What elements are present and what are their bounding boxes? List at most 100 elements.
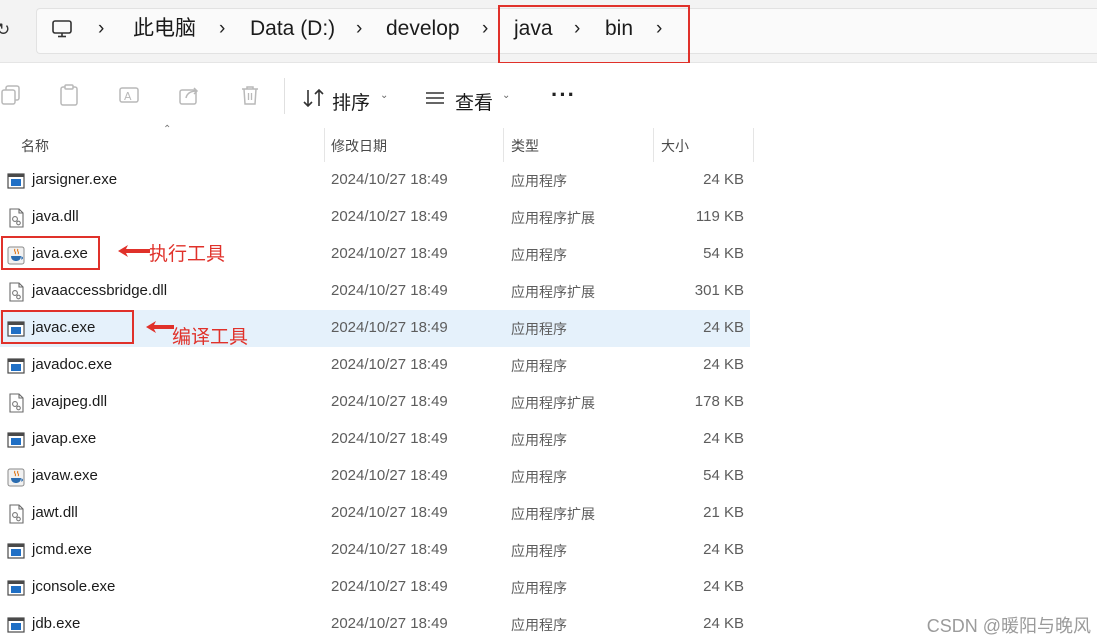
- share-icon[interactable]: [178, 84, 200, 106]
- chevron-right-icon[interactable]: ›: [219, 16, 225, 42]
- file-modified-date: 2024/10/27 18:49: [331, 393, 448, 410]
- file-type: 应用程序扩展: [511, 284, 595, 300]
- exe-window-icon: [7, 430, 25, 450]
- file-modified-date: 2024/10/27 18:49: [331, 319, 448, 336]
- file-row[interactable]: jconsole.exe 2024/10/27 18:49 应用程序 24 KB: [0, 569, 750, 606]
- file-type: 应用程序: [511, 469, 567, 485]
- view-icon[interactable]: [425, 90, 445, 106]
- rename-icon[interactable]: A: [118, 84, 140, 106]
- file-name: javap.exe: [32, 430, 97, 447]
- watermark: CSDN @暖阳与晚风: [926, 616, 1091, 636]
- file-row[interactable]: javaaccessbridge.dll 2024/10/27 18:49 应用程序…: [0, 273, 750, 310]
- file-type: 应用程序: [511, 543, 567, 559]
- sort-button[interactable]: 排序: [332, 88, 370, 115]
- file-type: 应用程序: [511, 173, 567, 189]
- file-name: jdb.exe: [32, 615, 81, 632]
- breadcrumb-develop[interactable]: develop: [386, 16, 460, 42]
- column-divider[interactable]: [324, 128, 325, 162]
- exe-window-icon: [7, 356, 25, 376]
- exe-window-icon: [7, 171, 25, 191]
- view-button[interactable]: 查看: [455, 88, 493, 115]
- file-modified-date: 2024/10/27 18:49: [331, 578, 448, 595]
- dll-gear-icon: [7, 208, 25, 228]
- file-name: jarsigner.exe: [32, 171, 118, 188]
- file-type: 应用程序: [511, 580, 567, 596]
- file-size: 24 KB: [703, 171, 744, 188]
- arrow-left-icon: [118, 245, 150, 257]
- file-modified-date: 2024/10/27 18:49: [331, 208, 448, 225]
- file-modified-date: 2024/10/27 18:49: [331, 430, 448, 447]
- column-header-size[interactable]: 大小: [661, 136, 689, 156]
- chevron-down-icon[interactable]: ⌄: [380, 90, 388, 101]
- file-size: 54 KB: [703, 245, 744, 262]
- file-type: 应用程序扩展: [511, 395, 595, 411]
- column-divider[interactable]: [503, 128, 504, 162]
- refresh-icon[interactable]: ↻: [0, 20, 10, 40]
- exe-window-icon: [7, 615, 25, 635]
- file-modified-date: 2024/10/27 18:49: [331, 504, 448, 521]
- file-name: jawt.dll: [32, 504, 78, 521]
- file-row[interactable]: jawt.dll 2024/10/27 18:49 应用程序扩展 21 KB: [0, 495, 750, 532]
- file-type: 应用程序: [511, 247, 567, 263]
- chevron-right-icon[interactable]: ›: [98, 16, 104, 42]
- file-modified-date: 2024/10/27 18:49: [331, 171, 448, 188]
- column-header-name[interactable]: 名称: [21, 136, 49, 156]
- chevron-right-icon[interactable]: ›: [356, 16, 362, 42]
- file-modified-date: 2024/10/27 18:49: [331, 615, 448, 632]
- file-size: 24 KB: [703, 578, 744, 595]
- file-size: 21 KB: [703, 504, 744, 521]
- sort-icon[interactable]: [303, 88, 325, 108]
- file-name: java.dll: [32, 208, 79, 225]
- file-name: javaw.exe: [32, 467, 98, 484]
- file-type: 应用程序扩展: [511, 210, 595, 226]
- copy-icon[interactable]: [0, 84, 22, 106]
- java-cup-icon: [7, 467, 25, 487]
- file-type: 应用程序: [511, 432, 567, 448]
- column-divider[interactable]: [653, 128, 654, 162]
- column-divider[interactable]: [753, 128, 754, 162]
- file-size: 119 KB: [695, 208, 744, 225]
- file-type: 应用程序: [511, 321, 567, 337]
- this-pc-icon[interactable]: [52, 20, 72, 38]
- file-type: 应用程序扩展: [511, 506, 595, 522]
- file-type: 应用程序: [511, 617, 567, 633]
- file-size: 24 KB: [703, 430, 744, 447]
- file-size: 24 KB: [703, 541, 744, 558]
- java-exe-highlight-box: [1, 236, 100, 270]
- chevron-right-icon[interactable]: ›: [482, 16, 488, 42]
- file-modified-date: 2024/10/27 18:49: [331, 282, 448, 299]
- column-header-modified[interactable]: 修改日期: [331, 136, 387, 156]
- file-name: jconsole.exe: [32, 578, 116, 595]
- dll-gear-icon: [7, 282, 25, 302]
- chevron-down-icon[interactable]: ⌄: [502, 90, 510, 101]
- file-row[interactable]: javadoc.exe 2024/10/27 18:49 应用程序 24 KB: [0, 347, 750, 384]
- annotation-compile-tool: 编译工具: [172, 327, 249, 348]
- breadcrumb-data-d[interactable]: Data (D:): [250, 16, 335, 42]
- file-type: 应用程序: [511, 358, 567, 374]
- column-header-type[interactable]: 类型: [511, 136, 539, 156]
- command-bar: [0, 63, 1097, 127]
- breadcrumb-this-pc[interactable]: 此电脑: [133, 16, 196, 42]
- exe-window-icon: [7, 541, 25, 561]
- file-row[interactable]: java.exe 2024/10/27 18:49 应用程序 54 KB: [0, 236, 750, 273]
- file-size: 24 KB: [703, 319, 744, 336]
- file-row[interactable]: jdb.exe 2024/10/27 18:49 应用程序 24 KB: [0, 606, 750, 643]
- paste-icon[interactable]: [58, 84, 80, 106]
- file-row[interactable]: javaw.exe 2024/10/27 18:49 应用程序 54 KB: [0, 458, 750, 495]
- more-options-button[interactable]: ···: [551, 82, 576, 108]
- file-modified-date: 2024/10/27 18:49: [331, 541, 448, 558]
- delete-icon[interactable]: [239, 84, 261, 106]
- file-row[interactable]: javap.exe 2024/10/27 18:49 应用程序 24 KB: [0, 421, 750, 458]
- dll-gear-icon: [7, 504, 25, 524]
- file-modified-date: 2024/10/27 18:49: [331, 467, 448, 484]
- file-modified-date: 2024/10/27 18:49: [331, 356, 448, 373]
- file-row[interactable]: jcmd.exe 2024/10/27 18:49 应用程序 24 KB: [0, 532, 750, 569]
- file-row[interactable]: javajpeg.dll 2024/10/27 18:49 应用程序扩展 178 KB: [0, 384, 750, 421]
- file-row[interactable]: jarsigner.exe 2024/10/27 18:49 应用程序 24 KB: [0, 162, 750, 199]
- file-name: jcmd.exe: [32, 541, 93, 558]
- file-row[interactable]: java.dll 2024/10/27 18:49 应用程序扩展 119 KB: [0, 199, 750, 236]
- file-size: 301 KB: [694, 282, 744, 299]
- sort-ascending-icon: ⌃: [163, 124, 172, 135]
- file-size: 178 KB: [694, 393, 744, 410]
- dll-gear-icon: [7, 393, 25, 413]
